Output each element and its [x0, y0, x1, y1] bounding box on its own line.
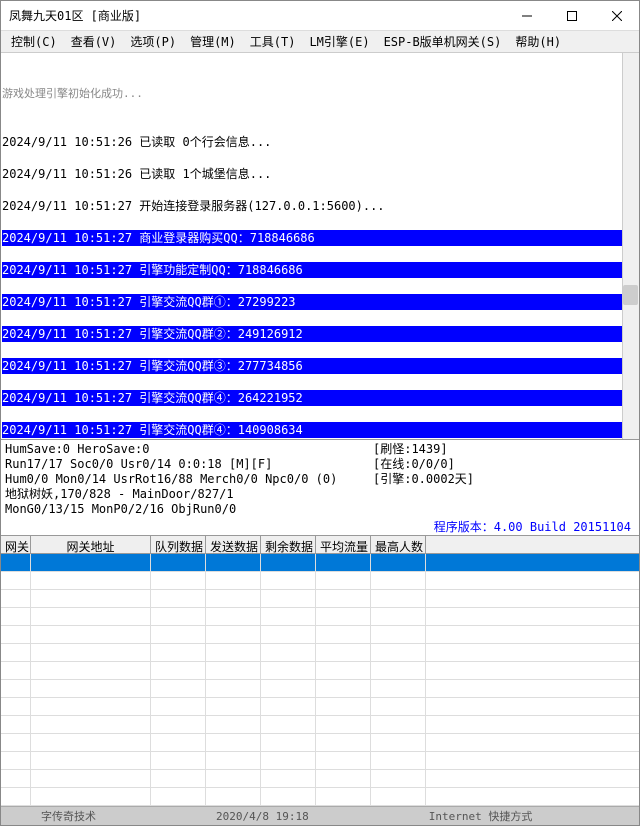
- col-gateway[interactable]: 网关: [1, 536, 31, 553]
- status-line: 地狱树妖,170/828 - MainDoor/827/1: [5, 487, 365, 502]
- grid-row[interactable]: [1, 770, 639, 788]
- log-panel[interactable]: 游戏处理引擎初始化成功... 2024/9/11 10:51:26 已读取 0个…: [1, 53, 639, 439]
- log-line: 2024/9/11 10:51:26 已读取 1个城堡信息...: [2, 166, 638, 182]
- grid-row[interactable]: [1, 662, 639, 680]
- menu-view[interactable]: 查看(V): [65, 31, 123, 52]
- menu-lm[interactable]: LM引擎(E): [303, 31, 375, 52]
- status-line: HumSave:0 HeroSave:0: [5, 442, 365, 457]
- grid-row[interactable]: [1, 608, 639, 626]
- grid-row[interactable]: [1, 734, 639, 752]
- minimize-button[interactable]: [504, 1, 549, 30]
- log-line: 2024/9/11 10:51:26 已读取 0个行会信息...: [2, 134, 638, 150]
- titlebar: 凤舞九天01区 [商业版]: [1, 1, 639, 31]
- log-line: 2024/9/11 10:51:27 引擎功能定制QQ：718846686: [2, 262, 638, 278]
- app-window: 凤舞九天01区 [商业版] 控制(C) 查看(V) 选项(P) 管理(M) 工具…: [0, 0, 640, 826]
- log-line-partial: 游戏处理引擎初始化成功...: [2, 86, 638, 102]
- minimize-icon: [522, 11, 532, 21]
- grid-row-selected[interactable]: [1, 554, 639, 572]
- close-button[interactable]: [594, 1, 639, 30]
- status-line: MonG0/13/15 MonP0/2/16 ObjRun0/0: [5, 502, 365, 517]
- maximize-icon: [567, 11, 577, 21]
- version-line: 程序版本：4.00 Build 20151104: [1, 519, 639, 536]
- grid-row[interactable]: [1, 590, 639, 608]
- status-line: [刷怪:1439]: [373, 442, 635, 457]
- col-remain[interactable]: 剩余数据: [261, 536, 316, 553]
- menu-esp[interactable]: ESP-B版单机网关(S): [378, 31, 508, 52]
- window-title: 凤舞九天01区 [商业版]: [9, 7, 504, 24]
- taskbar-item: 字传奇技术: [41, 808, 96, 824]
- grid-row[interactable]: [1, 644, 639, 662]
- menubar: 控制(C) 查看(V) 选项(P) 管理(M) 工具(T) LM引擎(E) ES…: [1, 31, 639, 53]
- status-line: Hum0/0 Mon0/14 UsrRot16/88 Merch0/0 Npc0…: [5, 472, 365, 487]
- menu-options[interactable]: 选项(P): [124, 31, 182, 52]
- gateway-grid: 网关 网关地址 队列数据 发送数据 剩余数据 平均流量 最高人数: [1, 536, 639, 806]
- log-line: 2024/9/11 10:51:27 商业登录器购买QQ：718846686: [2, 230, 638, 246]
- taskbar-item: 2020/4/8 19:18: [216, 810, 309, 823]
- grid-row[interactable]: [1, 716, 639, 734]
- col-max[interactable]: 最高人数: [371, 536, 426, 553]
- log-line: 2024/9/11 10:51:27 开始连接登录服务器(127.0.0.1:5…: [2, 198, 638, 214]
- status-line: Run17/17 Soc0/0 Usr0/14 0:0:18 [M][F]: [5, 457, 365, 472]
- menu-manage[interactable]: 管理(M): [184, 31, 242, 52]
- menu-help[interactable]: 帮助(H): [509, 31, 567, 52]
- col-queue[interactable]: 队列数据: [151, 536, 206, 553]
- grid-row[interactable]: [1, 572, 639, 590]
- status-line: [在线:0/0/0]: [373, 457, 635, 472]
- grid-row[interactable]: [1, 680, 639, 698]
- grid-header: 网关 网关地址 队列数据 发送数据 剩余数据 平均流量 最高人数: [1, 536, 639, 554]
- log-line: 2024/9/11 10:51:27 引擎交流QQ群①：27299223: [2, 294, 638, 310]
- log-line: 2024/9/11 10:51:27 引擎交流QQ群④：264221952: [2, 390, 638, 406]
- close-icon: [612, 11, 622, 21]
- status-panel: HumSave:0 HeroSave:0 Run17/17 Soc0/0 Usr…: [1, 439, 639, 519]
- grid-row[interactable]: [1, 698, 639, 716]
- col-send[interactable]: 发送数据: [206, 536, 261, 553]
- log-line: 2024/9/11 10:51:27 引擎交流QQ群④：140908634: [2, 422, 638, 438]
- log-scrollbar[interactable]: [622, 53, 639, 439]
- taskbar-item: Internet 快捷方式: [429, 808, 533, 824]
- grid-row[interactable]: [1, 788, 639, 806]
- col-avg[interactable]: 平均流量: [316, 536, 371, 553]
- menu-control[interactable]: 控制(C): [5, 31, 63, 52]
- log-line: 2024/9/11 10:51:27 引擎交流QQ群③：277734856: [2, 358, 638, 374]
- grid-body[interactable]: [1, 554, 639, 806]
- status-right: [刷怪:1439] [在线:0/0/0] [引擎:0.0002天]: [369, 440, 639, 519]
- grid-row[interactable]: [1, 626, 639, 644]
- menu-tools[interactable]: 工具(T): [244, 31, 302, 52]
- log-scrollbar-thumb[interactable]: [623, 285, 638, 305]
- log-line: 2024/9/11 10:51:27 引擎交流QQ群②：249126912: [2, 326, 638, 342]
- status-line: [引擎:0.0002天]: [373, 472, 635, 487]
- col-address[interactable]: 网关地址: [31, 536, 151, 553]
- status-left: HumSave:0 HeroSave:0 Run17/17 Soc0/0 Usr…: [1, 440, 369, 519]
- maximize-button[interactable]: [549, 1, 594, 30]
- taskbar-peek: 字传奇技术 2020/4/8 19:18 Internet 快捷方式: [1, 806, 639, 825]
- grid-row[interactable]: [1, 752, 639, 770]
